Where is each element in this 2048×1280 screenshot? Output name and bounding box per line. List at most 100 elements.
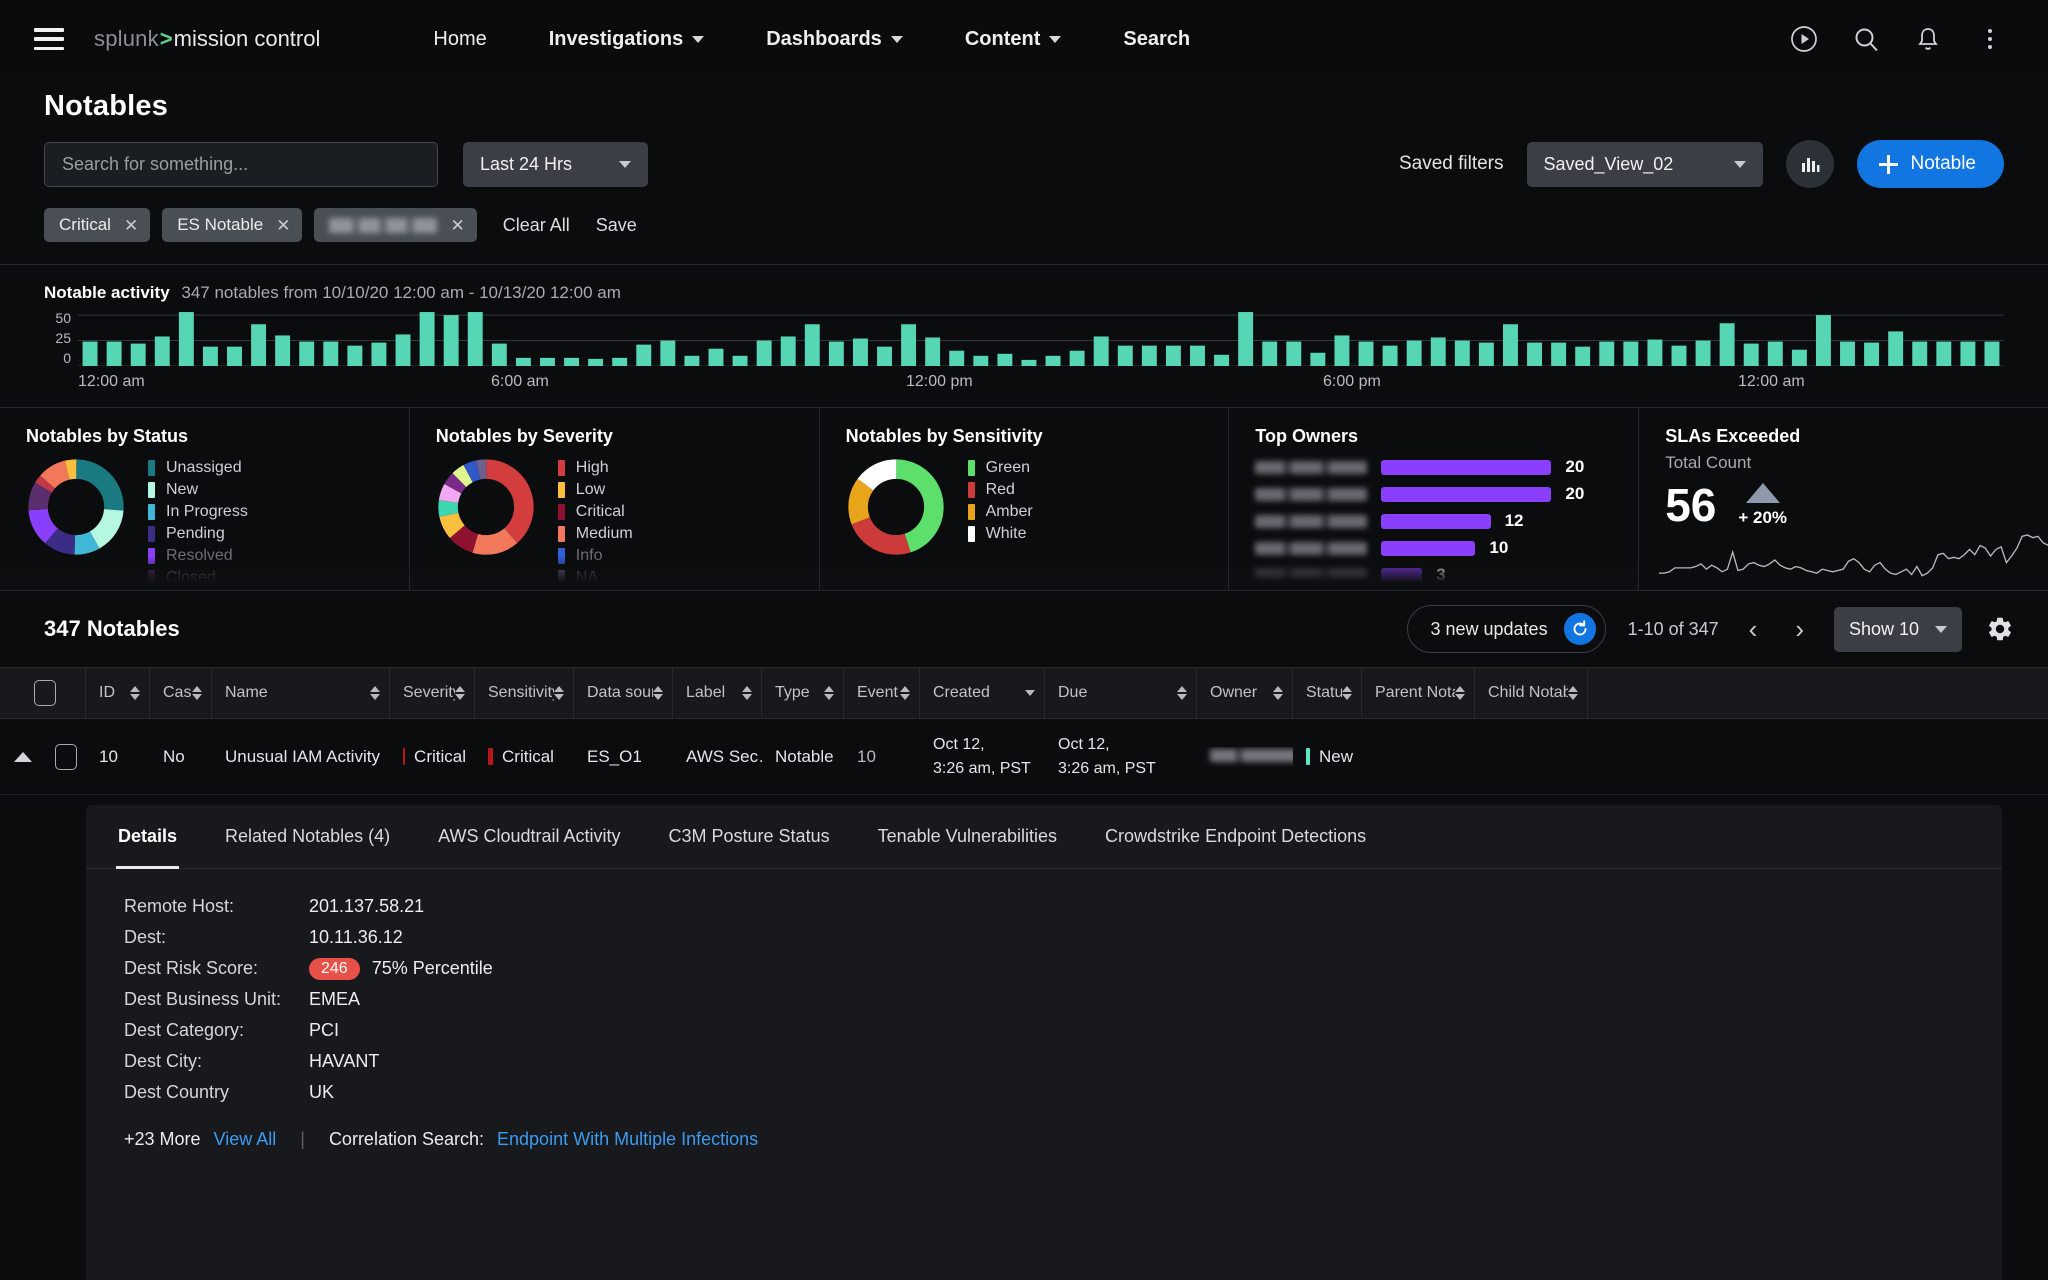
filter-chip-es-notable[interactable]: ES Notable ✕ (162, 208, 303, 242)
nav-item-search[interactable]: Search (1092, 28, 1221, 51)
legend-item-amber[interactable]: Amber (967, 503, 1033, 521)
previous-page-button[interactable]: ‹ (1741, 616, 1766, 642)
legend-item-resolved[interactable]: Resolved (148, 547, 248, 565)
sort-toggle-icon[interactable] (130, 686, 140, 700)
owner-row[interactable]: 3 (1255, 565, 1638, 585)
sort-toggle-icon[interactable] (742, 686, 752, 700)
owner-row[interactable]: 12 (1255, 511, 1638, 531)
detail-tab-related-notables-4[interactable]: Related Notables (4) (201, 805, 414, 869)
column-header-event[interactable]: Event (844, 668, 920, 718)
detail-tab-c3m-posture-status[interactable]: C3M Posture Status (645, 805, 854, 869)
sort-toggle-icon[interactable] (1455, 686, 1465, 700)
owner-row[interactable]: 20 (1255, 457, 1638, 477)
column-header-parent-notable[interactable]: Parent Notable (1362, 668, 1475, 718)
save-filters-button[interactable]: Save (596, 215, 637, 236)
legend-item-low[interactable]: Low (557, 481, 633, 499)
time-range-picker[interactable]: Last 24 Hrs (463, 141, 648, 187)
column-header-name[interactable]: Name (212, 668, 390, 718)
new-updates-button[interactable]: 3 new updates (1407, 605, 1606, 653)
sort-toggle-icon[interactable] (1568, 686, 1578, 700)
sort-toggle-icon[interactable] (370, 686, 380, 700)
column-header-type[interactable]: Type (762, 668, 844, 718)
view-all-link[interactable]: View All (214, 1129, 277, 1150)
legend-item-na[interactable]: NA (557, 569, 633, 587)
column-header-label[interactable]: Label (673, 668, 762, 718)
filter-chip-critical[interactable]: Critical ✕ (44, 208, 151, 242)
chart-view-toggle-button[interactable] (1785, 140, 1834, 188)
search-icon[interactable] (1850, 23, 1882, 55)
activity-bars[interactable] (78, 310, 2004, 366)
legend-item-in-progress[interactable]: In Progress (148, 503, 248, 521)
sort-toggle-icon[interactable] (900, 686, 910, 700)
saved-filters-select[interactable]: Saved_View_02 (1526, 141, 1763, 187)
filter-chip-owner-redacted[interactable]: ✕ (314, 208, 477, 242)
legend-item-medium[interactable]: Medium (557, 525, 633, 543)
sort-toggle-icon[interactable] (1342, 686, 1352, 700)
legend-item-critical[interactable]: Critical (557, 503, 633, 521)
row-select-cell[interactable] (42, 743, 86, 770)
brand-logo[interactable]: splunk > mission control (94, 26, 320, 52)
nav-item-dashboards[interactable]: Dashboards (735, 28, 934, 51)
legend-item-new[interactable]: New (148, 481, 248, 499)
sort-desc-icon[interactable] (1025, 690, 1035, 696)
clear-all-button[interactable]: Clear All (503, 215, 570, 236)
sort-toggle-icon[interactable] (455, 686, 465, 700)
column-header-due[interactable]: Due (1045, 668, 1197, 718)
detail-tab-crowdstrike-endpoint-detections[interactable]: Crowdstrike Endpoint Detections (1081, 805, 1390, 869)
legend-item-info[interactable]: Info (557, 547, 633, 565)
add-notable-button[interactable]: Notable (1856, 140, 2004, 188)
play-circle-icon[interactable] (1788, 23, 1820, 55)
column-header-sensitivity[interactable]: Sensitivity (475, 668, 574, 718)
close-icon[interactable]: ✕ (124, 217, 138, 234)
close-icon[interactable]: ✕ (276, 217, 290, 234)
legend-item-green[interactable]: Green (967, 459, 1033, 477)
legend-item-red[interactable]: Red (967, 481, 1033, 499)
table-settings-gear-icon[interactable] (1984, 613, 2016, 645)
row-checkbox[interactable] (55, 743, 77, 770)
owner-row[interactable]: 10 (1255, 538, 1638, 558)
next-page-button[interactable]: › (1787, 616, 1812, 642)
legend-item-pending[interactable]: Pending (148, 525, 248, 543)
column-header-owner[interactable]: Owner (1197, 668, 1293, 718)
refresh-icon[interactable] (1563, 613, 1596, 645)
sort-toggle-icon[interactable] (653, 686, 663, 700)
column-header-child-notable[interactable]: Child Notable (1475, 668, 1588, 718)
sort-toggle-icon[interactable] (554, 686, 564, 700)
column-header-case[interactable]: Case (150, 668, 212, 718)
close-icon[interactable]: ✕ (450, 217, 464, 234)
select-all-header[interactable] (0, 668, 86, 718)
sensitivity-donut-chart[interactable] (846, 457, 946, 557)
hamburger-menu-icon[interactable] (34, 28, 64, 50)
severity-donut-chart[interactable] (436, 457, 536, 557)
search-input[interactable] (44, 141, 438, 187)
detail-tab-tenable-vulnerabilities[interactable]: Tenable Vulnerabilities (854, 805, 1081, 869)
page-size-select[interactable]: Show 10 (1834, 606, 1962, 652)
column-header-status[interactable]: Status (1293, 668, 1362, 718)
column-header-id[interactable]: ID (86, 668, 150, 718)
owner-row[interactable]: 20 (1255, 484, 1638, 504)
legend-item-unassiged[interactable]: Unassiged (148, 459, 248, 477)
cell-name[interactable]: Unusual IAM Activity (212, 747, 390, 767)
legend-item-white[interactable]: White (967, 525, 1033, 543)
row-expand-toggle[interactable] (0, 751, 42, 762)
sort-toggle-icon[interactable] (192, 686, 202, 700)
column-header-created[interactable]: Created (920, 668, 1045, 718)
detail-tab-details[interactable]: Details (94, 805, 201, 869)
legend-item-closed[interactable]: Closed (148, 569, 248, 587)
nav-item-home[interactable]: Home (402, 28, 517, 51)
sort-toggle-icon[interactable] (1273, 686, 1283, 700)
status-donut-chart[interactable] (26, 457, 126, 557)
sort-toggle-icon[interactable] (824, 686, 834, 700)
nav-item-investigations[interactable]: Investigations (518, 28, 735, 51)
detail-tab-aws-cloudtrail-activity[interactable]: AWS Cloudtrail Activity (414, 805, 644, 869)
table-row[interactable]: 10 No Unusual IAM Activity Critical Crit… (0, 719, 2048, 795)
column-header-data-source[interactable]: Data source (574, 668, 673, 718)
correlation-search-link[interactable]: Endpoint With Multiple Infections (497, 1129, 758, 1150)
overflow-menu-icon[interactable] (1974, 23, 2006, 55)
legend-item-high[interactable]: High (557, 459, 633, 477)
nav-item-content[interactable]: Content (934, 28, 1093, 51)
select-all-checkbox[interactable] (33, 680, 56, 706)
column-header-severity[interactable]: Severity (390, 668, 475, 718)
notifications-bell-icon[interactable] (1912, 23, 1944, 55)
sort-toggle-icon[interactable] (1177, 686, 1187, 700)
